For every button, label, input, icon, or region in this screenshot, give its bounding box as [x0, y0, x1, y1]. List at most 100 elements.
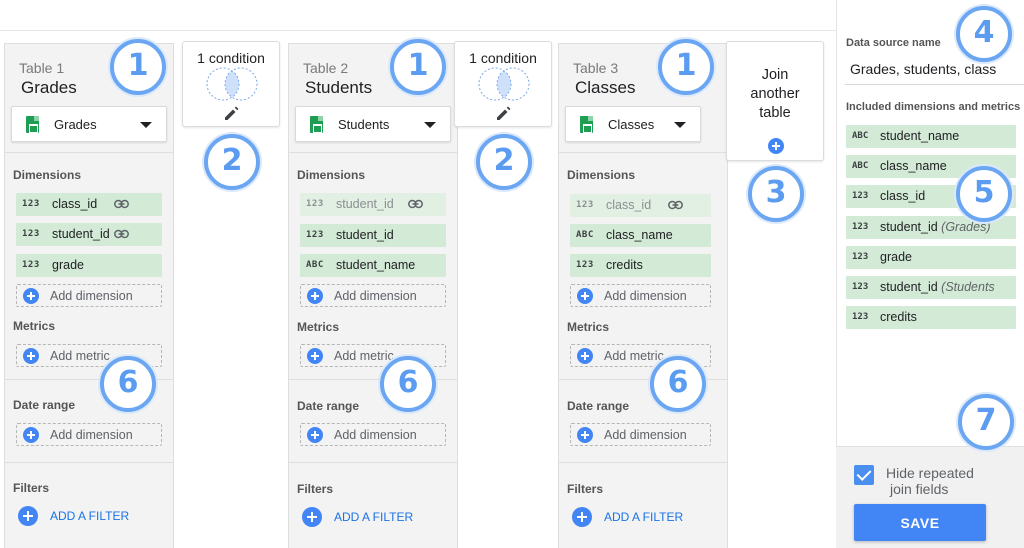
table-name: Students: [305, 78, 373, 97]
hide-repeated-checkbox[interactable]: [854, 465, 874, 485]
number-type-icon: 123: [576, 200, 594, 210]
hide-repeated-label: Hide repeated join fields: [886, 465, 974, 497]
callout-badge: 6: [380, 356, 436, 412]
save-button[interactable]: SAVE: [854, 504, 986, 541]
data-source-name-input[interactable]: Grades, students, class: [850, 61, 996, 77]
add-dimension-label: Add dimension: [334, 428, 417, 442]
join-condition-card[interactable]: 1 condition: [182, 41, 280, 127]
field-name: class_name: [880, 159, 947, 173]
number-type-icon: 123: [852, 222, 869, 232]
add-dimension-button[interactable]: Add dimension: [16, 284, 162, 307]
add-metric-label: Add metric: [50, 349, 110, 363]
callout-badge: 1: [658, 39, 714, 95]
field-name: student_id: [336, 197, 394, 211]
included-field[interactable]: 123 student_id (Students: [846, 276, 1016, 299]
edit-pencil-icon: [225, 106, 239, 120]
dimension-field[interactable]: 123 grade: [16, 254, 162, 277]
callout-badge: 6: [100, 356, 156, 412]
callout-badge: 6: [650, 356, 706, 412]
venn-join-icon: [206, 67, 258, 101]
dimension-field[interactable]: ABC student_name: [300, 254, 446, 277]
number-type-icon: 123: [306, 199, 324, 209]
date-range-label: Date range: [567, 399, 630, 413]
sheets-icon: [310, 116, 323, 133]
chevron-down-icon: [674, 122, 686, 128]
callout-badge: 3: [748, 166, 804, 222]
add-filter-label: ADD A FILTER: [604, 510, 684, 524]
number-type-icon: 123: [852, 312, 869, 322]
dimension-field-hidden[interactable]: 123 student_id: [300, 193, 446, 216]
number-type-icon: 123: [852, 282, 869, 292]
metrics-label: Metrics: [567, 320, 610, 334]
dimension-field-hidden[interactable]: 123 class_id: [570, 194, 711, 217]
input-underline: [845, 84, 1024, 85]
field-name: student_id: [336, 228, 394, 242]
included-fields-label: Included dimensions and metrics: [846, 101, 1021, 113]
add-dimension-button[interactable]: Add dimension: [570, 284, 711, 307]
text-type-icon: ABC: [852, 131, 869, 141]
field-name: student_id: [52, 227, 110, 241]
field-name: class_id: [880, 189, 926, 203]
add-date-dimension-button[interactable]: Add dimension: [570, 423, 711, 446]
dimension-field[interactable]: 123 student_id: [300, 224, 446, 247]
number-type-icon: 123: [306, 230, 324, 240]
add-dimension-button[interactable]: Add dimension: [300, 284, 446, 307]
table-number: Table 3: [573, 60, 619, 76]
number-type-icon: 123: [22, 229, 40, 239]
callout-badge: 4: [956, 6, 1012, 62]
source-select[interactable]: Classes: [565, 106, 701, 142]
field-source: (Students: [941, 280, 995, 294]
source-select[interactable]: Grades: [11, 106, 167, 142]
join-another-table-label: Join another table: [750, 67, 800, 121]
plus-icon: [307, 288, 323, 304]
table-name: Classes: [575, 78, 636, 97]
link-icon: [668, 200, 683, 210]
condition-count: 1 condition: [197, 50, 265, 66]
number-type-icon: 123: [852, 252, 869, 262]
field-name: credits: [880, 310, 917, 324]
field-name: grade: [880, 250, 912, 264]
plus-icon: [302, 507, 322, 527]
add-date-dimension-button[interactable]: Add dimension: [16, 423, 162, 446]
source-select-label: Grades: [54, 117, 97, 132]
dimension-field[interactable]: ABC class_name: [570, 224, 711, 247]
add-date-dimension-button[interactable]: Add dimension: [300, 423, 446, 446]
chevron-down-icon: [140, 122, 152, 128]
divider: [5, 462, 173, 463]
included-field[interactable]: ABC student_name: [846, 125, 1016, 148]
add-dimension-label: Add dimension: [334, 289, 417, 303]
plus-icon: [577, 348, 593, 364]
dimensions-label: Dimensions: [567, 168, 636, 182]
number-type-icon: 123: [576, 260, 594, 270]
plus-icon: [577, 427, 593, 443]
sheets-icon: [26, 116, 39, 133]
plus-icon: [23, 427, 39, 443]
plus-icon: [768, 138, 784, 154]
date-range-label: Date range: [13, 398, 76, 412]
included-field[interactable]: 123 grade: [846, 246, 1016, 269]
dimension-field[interactable]: 123 class_id: [16, 193, 162, 216]
included-field[interactable]: 123 credits: [846, 306, 1016, 329]
plus-icon: [307, 348, 323, 364]
chevron-down-icon: [424, 122, 436, 128]
top-divider: [0, 30, 840, 31]
source-select[interactable]: Students: [295, 106, 451, 142]
plus-icon: [23, 288, 39, 304]
callout-badge: 2: [476, 134, 532, 190]
dimension-field[interactable]: 123 credits: [570, 254, 711, 277]
add-dimension-label: Add dimension: [604, 428, 687, 442]
add-metric-label: Add metric: [604, 349, 664, 363]
join-another-table-button[interactable]: Join another table: [726, 41, 824, 161]
plus-icon: [577, 288, 593, 304]
callout-badge: 2: [204, 134, 260, 190]
join-condition-card[interactable]: 1 condition: [454, 41, 552, 127]
footer-bar: Hide repeated join fields SAVE: [836, 446, 1024, 548]
text-type-icon: ABC: [852, 161, 869, 171]
add-dimension-label: Add dimension: [50, 289, 133, 303]
text-type-icon: ABC: [306, 260, 324, 270]
divider: [5, 152, 173, 153]
dimension-field[interactable]: 123 student_id: [16, 223, 162, 246]
number-type-icon: 123: [22, 260, 40, 270]
field-name: student_id (Grades): [880, 220, 991, 234]
dimensions-label: Dimensions: [13, 168, 82, 182]
